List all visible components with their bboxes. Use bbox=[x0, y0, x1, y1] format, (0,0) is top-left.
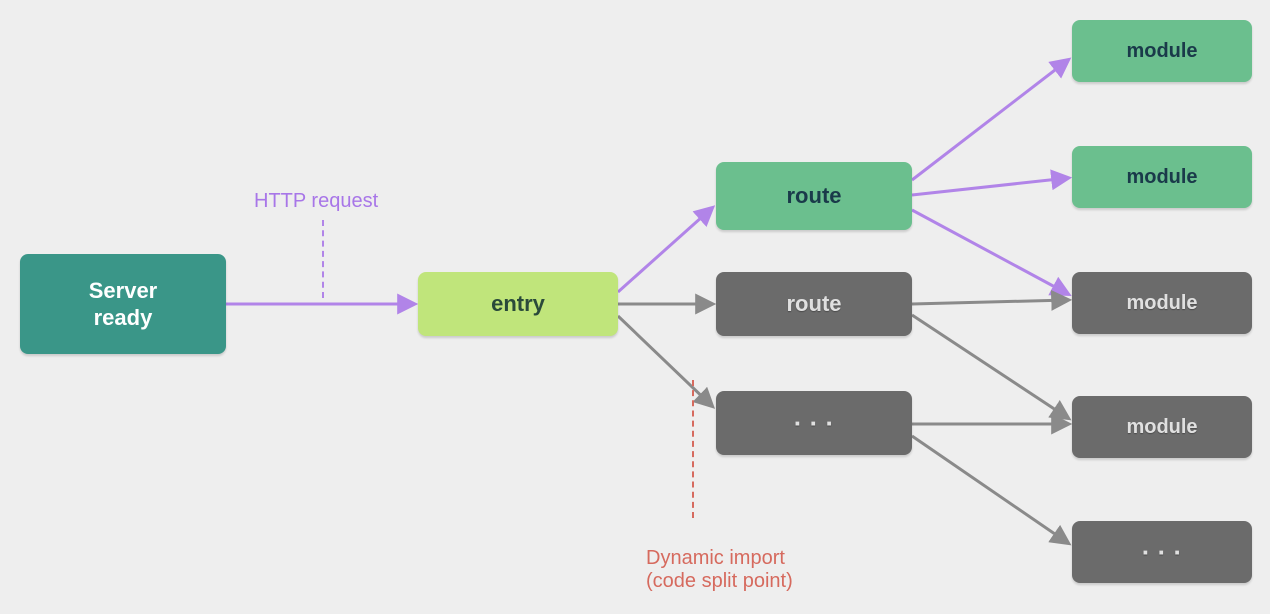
label-http-request: HTTP request bbox=[254, 190, 378, 213]
node-ellipsis-routes: · · · bbox=[716, 391, 912, 455]
dash-dynamic-import bbox=[692, 380, 694, 518]
node-ellipsis-modules-label: · · · bbox=[1142, 536, 1182, 569]
node-entry-label: entry bbox=[491, 290, 545, 318]
label-dynamic-import: Dynamic import (code split point) bbox=[646, 524, 793, 593]
label-http-request-text: HTTP request bbox=[254, 190, 378, 212]
node-module-active-2: module bbox=[1072, 146, 1252, 208]
node-module-active-1-label: module bbox=[1126, 39, 1197, 64]
node-module-inactive-2-label: module bbox=[1126, 415, 1197, 440]
node-ellipsis-routes-label: · · · bbox=[794, 407, 834, 440]
node-entry: entry bbox=[418, 272, 618, 336]
node-module-inactive-2: module bbox=[1072, 396, 1252, 458]
node-module-active-2-label: module bbox=[1126, 165, 1197, 190]
dash-http-request bbox=[322, 220, 324, 298]
node-server-label: Server ready bbox=[89, 277, 158, 332]
node-server-ready: Server ready bbox=[20, 254, 226, 354]
node-module-inactive-1-label: module bbox=[1126, 291, 1197, 316]
node-route-active-label: route bbox=[787, 182, 842, 210]
node-route-inactive: route bbox=[716, 272, 912, 336]
node-module-inactive-1: module bbox=[1072, 272, 1252, 334]
node-route-inactive-label: route bbox=[787, 290, 842, 318]
node-module-active-1: module bbox=[1072, 20, 1252, 82]
node-ellipsis-modules: · · · bbox=[1072, 521, 1252, 583]
node-route-active: route bbox=[716, 162, 912, 230]
label-dynamic-import-text: Dynamic import (code split point) bbox=[646, 547, 793, 592]
